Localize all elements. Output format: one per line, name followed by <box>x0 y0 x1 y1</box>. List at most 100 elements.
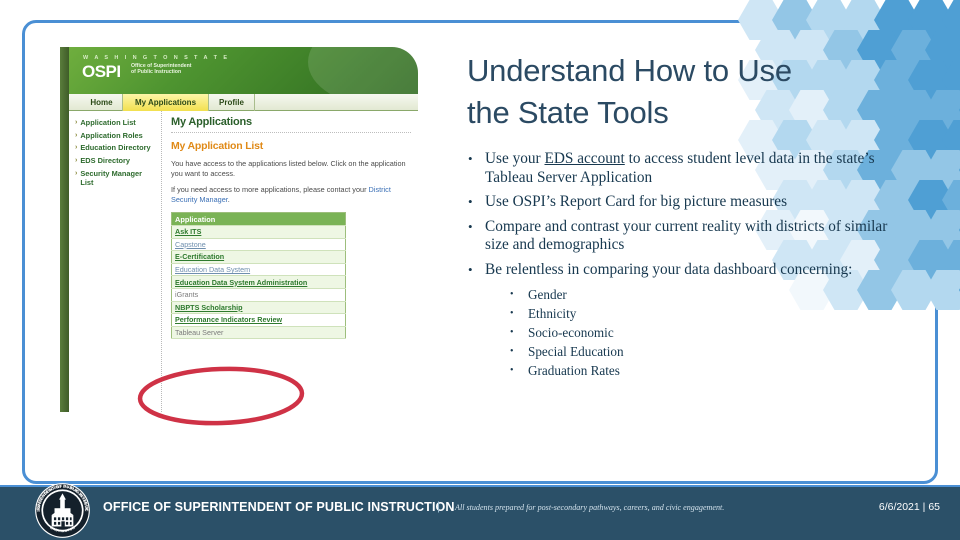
sidebar-item-application-list[interactable]: › Application List <box>75 118 157 127</box>
sub-bullet-text: Special Education <box>528 344 624 359</box>
footer-page-divider: | <box>922 501 926 513</box>
sub-bullet-item: • Graduation Rates <box>510 361 908 380</box>
table-row[interactable]: Education Data System <box>171 263 346 277</box>
screenshot-left-green-bar <box>60 47 69 412</box>
chevron-right-icon: › <box>75 144 78 152</box>
ospi-seal-icon: SUPERINTENDENT OF PUBLIC INSTRUCTION SUP… <box>34 482 90 538</box>
ospi-subtitle-line2: of Public Instruction <box>131 69 182 76</box>
bullet-dot-icon: • <box>468 218 473 234</box>
screenshot-body: › Application List › Application Roles › Educ… <box>69 111 418 412</box>
column-header-application: Application <box>171 212 346 226</box>
slide-title: Understand How to Use the State Tools <box>467 50 887 134</box>
nav-tab-home[interactable]: Home <box>81 94 123 111</box>
sidebar-item-label: Education Directory <box>80 143 151 153</box>
washington-state-label: W A S H I N G T O N S T A T E <box>83 55 230 61</box>
table-row[interactable]: iGrants <box>171 288 346 302</box>
application-link-education-data-system[interactable]: Education Data System <box>171 263 346 277</box>
sidebar-item-application-roles[interactable]: › Application Roles <box>75 131 157 140</box>
application-list-table: Application Ask ITS Capstone E-Certificatio… <box>171 212 346 340</box>
sub-bullet-dot-icon: • <box>510 346 514 357</box>
bullet-dot-icon: • <box>468 151 473 166</box>
ospi-subtitle-line1: Office of Superintendent <box>131 63 192 69</box>
table-row[interactable]: NBPTS Scholarship <box>171 301 346 315</box>
chevron-right-icon: › <box>75 169 78 177</box>
bullet-list: • Use your EDS account to access student … <box>468 150 908 380</box>
sidebar-item-security-manager-list[interactable]: › Security Manager List <box>75 169 157 187</box>
footer-date: 6/6/2021 <box>878 501 920 513</box>
nav-tab-my-applications[interactable]: My Applications <box>123 94 209 111</box>
sub-bullet-item: • Socio-economic <box>510 323 908 342</box>
bullet-text: Use your EDS account to access student l… <box>485 150 908 187</box>
sub-bullet-text: Socio-economic <box>528 325 614 340</box>
bullet-text: Be relentless in comparing your data das… <box>485 260 853 278</box>
ospi-brand-header: W A S H I N G T O N S T A T E OSPI Offic… <box>69 47 418 94</box>
footer-page-number: 65 <box>928 501 940 513</box>
bullet-item: • Be relentless in comparing your data da… <box>468 261 908 280</box>
sidebar-item-education-directory[interactable]: › Education Directory <box>75 143 157 152</box>
sub-bullet-text: Gender <box>528 287 567 302</box>
chevron-right-icon: › <box>75 119 78 126</box>
ospi-eds-screenshot: W A S H I N G T O N S T A T E OSPI Offic… <box>60 47 418 412</box>
footer-accent-line <box>0 485 960 487</box>
footer-date-and-page: 6/6/2021 | 65 <box>879 501 940 513</box>
footer-divider: | <box>437 499 441 513</box>
main-bullets: • Use your EDS account to access student … <box>468 150 908 279</box>
sub-bullet-item: • Ethnicity <box>510 304 908 323</box>
table-row[interactable]: E-Certification <box>171 250 346 264</box>
table-row[interactable]: Ask ITS <box>171 225 346 239</box>
bullet-text: Compare and contrast your current realit… <box>485 217 888 254</box>
slide-title-line2: the State Tools <box>467 95 669 130</box>
bullet-text: Use OSPI’s Report Card for big picture m… <box>485 193 788 210</box>
contact-paragraph: If you need access to more applications,… <box>171 185 411 204</box>
nav-tab-profile[interactable]: Profile <box>209 94 255 111</box>
application-link-education-data-system-administration[interactable]: Education Data System Administration <box>171 275 346 289</box>
sub-bullet-dot-icon: • <box>510 365 514 376</box>
bullet-dot-icon: • <box>468 261 473 277</box>
ospi-logo-text: OSPI <box>82 62 121 81</box>
bullet-text-underlined: EDS account <box>544 150 625 167</box>
application-link-e-certification[interactable]: E-Certification <box>171 250 346 264</box>
ospi-logo-subtitle: Office of Superintendent of Public Instr… <box>131 63 221 76</box>
bullet-item: • Use your EDS account to access student … <box>468 150 908 187</box>
sub-bullet-text: Ethnicity <box>528 306 577 321</box>
screenshot-main-content: My Applications My Application List You … <box>163 111 418 412</box>
sub-bullet-text: Graduation Rates <box>528 363 620 378</box>
sidebar-item-label: EDS Directory <box>80 156 131 166</box>
bullet-item: • Compare and contrast your current reali… <box>468 218 908 255</box>
chevron-right-icon: › <box>75 131 78 139</box>
screenshot-sidebar: › Application List › Application Roles › Educ… <box>69 111 162 412</box>
bullet-text-pre: Use your <box>485 150 545 167</box>
sub-bullet-item: • Gender <box>510 285 908 304</box>
table-row[interactable]: Performance Indicators Review <box>171 313 346 327</box>
sidebar-item-label: Application List <box>80 118 136 127</box>
sidebar-item-label: Application Roles <box>80 130 143 140</box>
application-link-performance-indicators-review[interactable]: Performance Indicators Review <box>171 313 346 327</box>
contact-text-pre: If you need access to more applications,… <box>171 185 369 195</box>
instructions-paragraph: You have access to the applications list… <box>171 159 406 178</box>
footer-tagline: All students prepared for post-secondary… <box>455 503 725 512</box>
divider <box>171 132 411 133</box>
table-row[interactable]: Tableau Server <box>171 326 346 340</box>
nav-tab-strip: Home My Applications Profile <box>69 94 418 111</box>
application-link-nbpts-scholarship[interactable]: NBPTS Scholarship <box>171 301 346 315</box>
contact-text-post: . <box>227 194 230 204</box>
sub-bullet-list: • Gender • Ethnicity • Socio-economic • Special… <box>510 285 908 380</box>
sub-bullet-dot-icon: • <box>510 308 514 319</box>
sub-bullet-item: • Special Education <box>510 342 908 361</box>
sidebar-item-label: Security Manager List <box>80 168 142 188</box>
footer-organization-name: OFFICE OF SUPERINTENDENT OF PUBLIC INSTR… <box>103 500 455 514</box>
chevron-right-icon: › <box>75 157 78 165</box>
table-row[interactable]: Education Data System Administration <box>171 275 346 289</box>
section-title: My Application List <box>171 140 264 152</box>
sub-bullet-dot-icon: • <box>510 327 514 338</box>
application-link-tableau-server[interactable]: Tableau Server <box>171 326 346 340</box>
sidebar-item-eds-directory[interactable]: › EDS Directory <box>75 156 157 165</box>
application-link-ask-its[interactable]: Ask ITS <box>171 225 346 239</box>
table-row[interactable]: Capstone <box>171 238 346 252</box>
bullet-item: • Use OSPI’s Report Card for big picture … <box>468 193 908 212</box>
slide-title-line1: Understand How to Use <box>467 53 792 88</box>
application-link-capstone[interactable]: Capstone <box>171 238 346 252</box>
bullet-dot-icon: • <box>468 194 473 209</box>
application-link-igrants[interactable]: iGrants <box>171 288 346 302</box>
table-header-row: Application <box>171 212 346 226</box>
